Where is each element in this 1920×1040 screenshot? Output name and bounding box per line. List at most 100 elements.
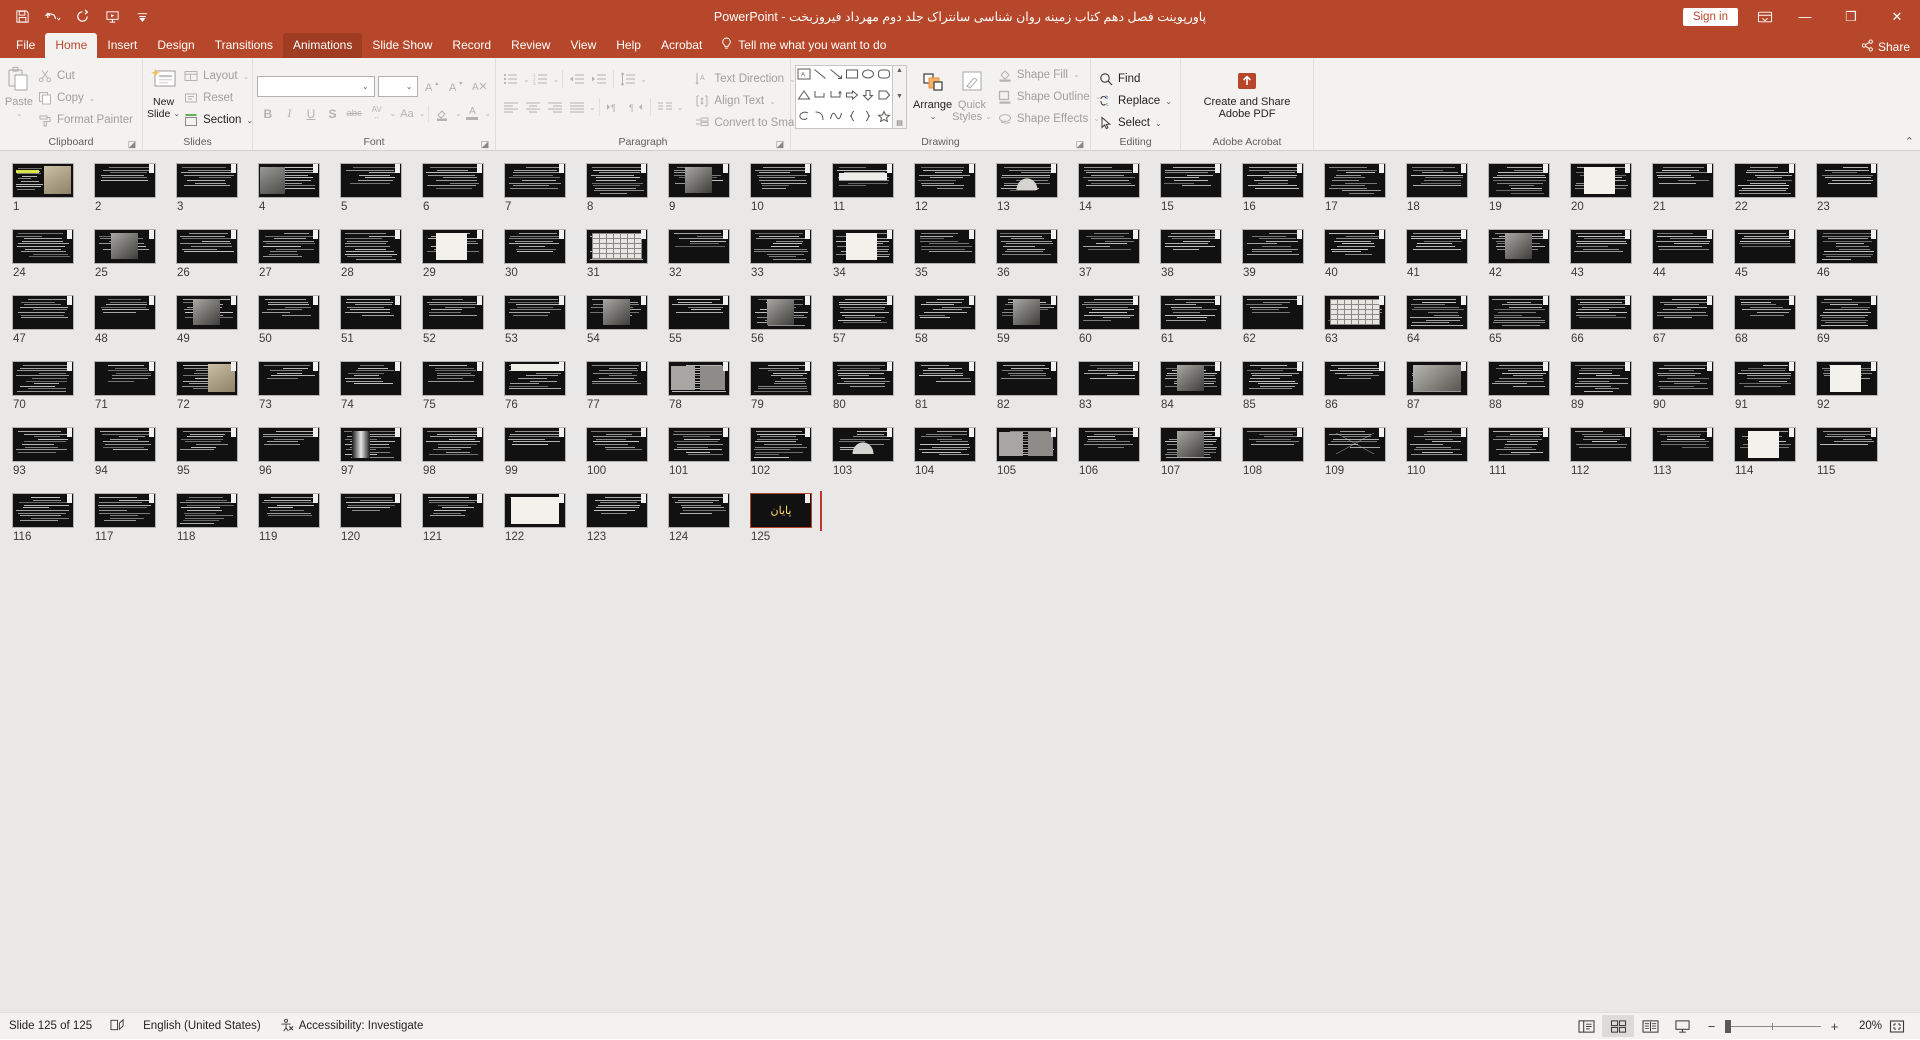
zoom-in-button[interactable]: +: [1829, 1019, 1840, 1034]
slide-thumbnail-cell[interactable]: 78: [668, 361, 750, 411]
slide-thumbnail-90[interactable]: [1652, 361, 1714, 396]
slide-thumbnail-cell[interactable]: 60: [1078, 295, 1160, 345]
slide-thumbnail-105[interactable]: [996, 427, 1058, 462]
slide-thumbnail-cell[interactable]: 105: [996, 427, 1078, 477]
slide-thumbnail-cell[interactable]: 85: [1242, 361, 1324, 411]
slide-thumbnail-cell[interactable]: 97: [340, 427, 422, 477]
slide-thumbnail-cell[interactable]: 121: [422, 493, 504, 543]
slide-thumbnail-44[interactable]: [1652, 229, 1714, 264]
slide-thumbnail-49[interactable]: [176, 295, 238, 330]
shape-down-arrow-icon[interactable]: [861, 88, 875, 106]
collapse-ribbon-icon[interactable]: ⌃: [1905, 135, 1914, 148]
slide-thumbnail-cell[interactable]: 57: [832, 295, 914, 345]
shape-right-brace-icon[interactable]: [861, 109, 875, 127]
slide-thumbnail-cell[interactable]: 108: [1242, 427, 1324, 477]
zoom-track[interactable]: [1725, 1026, 1821, 1027]
slide-thumbnail-14[interactable]: [1078, 163, 1140, 198]
slide-thumbnail-cell[interactable]: 106: [1078, 427, 1160, 477]
slide-thumbnail-85[interactable]: [1242, 361, 1304, 396]
font-color-chevron-down-icon[interactable]: ⌄: [484, 109, 491, 118]
tab-help[interactable]: Help: [606, 33, 651, 58]
slide-thumbnail-115[interactable]: [1816, 427, 1878, 462]
slide-thumbnail-cell[interactable]: 111: [1488, 427, 1570, 477]
slide-thumbnail-cell[interactable]: 77: [586, 361, 668, 411]
slide-thumbnail-47[interactable]: [12, 295, 74, 330]
slide-thumbnail-97[interactable]: [340, 427, 402, 462]
accessibility-status[interactable]: Accessibility: Investigate: [270, 1013, 433, 1040]
slide-thumbnail-cell[interactable]: 38: [1160, 229, 1242, 279]
slide-thumbnail-cell[interactable]: 87: [1406, 361, 1488, 411]
slide-thumbnail-86[interactable]: [1324, 361, 1386, 396]
slide-thumbnail-66[interactable]: [1570, 295, 1632, 330]
tab-insert[interactable]: Insert: [97, 33, 147, 58]
tab-file[interactable]: File: [6, 33, 45, 58]
slide-thumbnail-cell[interactable]: 64: [1406, 295, 1488, 345]
shapes-gallery-scrollbar[interactable]: ▲ ▼ ▤: [893, 65, 907, 129]
columns-chevron-down-icon[interactable]: ⌄: [677, 103, 684, 112]
slide-thumbnail-84[interactable]: [1160, 361, 1222, 396]
slide-thumbnail-93[interactable]: [12, 427, 74, 462]
slide-thumbnail-122[interactable]: [504, 493, 566, 528]
copy-chevron-down-icon[interactable]: ⌄: [89, 94, 96, 103]
shape-pentagon-icon[interactable]: [877, 88, 891, 106]
slide-thumbnail-94[interactable]: [94, 427, 156, 462]
change-case-chevron-down-icon[interactable]: ⌄: [419, 109, 426, 118]
slide-thumbnail-cell[interactable]: 9: [668, 163, 750, 213]
clipboard-dialog-launcher[interactable]: ◪: [127, 139, 137, 149]
slide-thumbnail-75[interactable]: [422, 361, 484, 396]
section-button[interactable]: Section ⌄: [180, 110, 258, 131]
reading-view-button[interactable]: [1634, 1015, 1666, 1037]
shape-star-icon[interactable]: [877, 109, 891, 127]
slide-sorter-view-button[interactable]: [1602, 1015, 1634, 1037]
slide-thumbnail-cell[interactable]: 45: [1734, 229, 1816, 279]
copy-button[interactable]: Copy ⌄: [34, 88, 138, 109]
quick-styles-button[interactable]: Quick Styles ⌄: [952, 64, 992, 123]
slide-thumbnail-36[interactable]: [996, 229, 1058, 264]
slide-thumbnail-cell[interactable]: 103: [832, 427, 914, 477]
slide-thumbnail-67[interactable]: [1652, 295, 1714, 330]
character-spacing-button[interactable]: AV↔: [365, 103, 389, 125]
font-name-chevron-down-icon[interactable]: ⌄: [359, 82, 372, 91]
slide-thumbnail-109[interactable]: [1324, 427, 1386, 462]
slide-thumbnail-60[interactable]: [1078, 295, 1140, 330]
slide-thumbnail-cell[interactable]: 76: [504, 361, 586, 411]
minimize-button[interactable]: —: [1782, 0, 1828, 33]
slide-thumbnail-34[interactable]: [832, 229, 894, 264]
align-center-button[interactable]: [522, 96, 544, 118]
slide-thumbnail-cell[interactable]: 101: [668, 427, 750, 477]
slide-thumbnail-72[interactable]: [176, 361, 238, 396]
cut-button[interactable]: Cut: [34, 66, 138, 87]
slide-thumbnail-cell[interactable]: 13: [996, 163, 1078, 213]
align-left-button[interactable]: [500, 96, 522, 118]
slide-thumbnail-18[interactable]: [1406, 163, 1468, 198]
shape-fill-button[interactable]: Shape Fill ⌄: [994, 64, 1107, 85]
underline-button[interactable]: U: [300, 103, 322, 125]
slide-thumbnail-37[interactable]: [1078, 229, 1140, 264]
slide-thumbnail-cell[interactable]: 90: [1652, 361, 1734, 411]
slide-thumbnail-cell[interactable]: 51: [340, 295, 422, 345]
slide-thumbnail-cell[interactable]: 63: [1324, 295, 1406, 345]
slide-thumbnail-39[interactable]: [1242, 229, 1304, 264]
slide-thumbnail-cell[interactable]: 10: [750, 163, 832, 213]
arrange-button[interactable]: Arrange ⌄: [913, 64, 952, 123]
drawing-dialog-launcher[interactable]: ◪: [1075, 139, 1085, 149]
new-slide-button[interactable]: New Slide ⌄: [147, 61, 180, 135]
slide-thumbnail-46[interactable]: [1816, 229, 1878, 264]
shape-elbow-connector-icon[interactable]: [813, 88, 827, 106]
slide-thumbnail-51[interactable]: [340, 295, 402, 330]
zoom-out-button[interactable]: −: [1706, 1019, 1717, 1034]
slide-thumbnail-23[interactable]: [1816, 163, 1878, 198]
slide-thumbnail-cell[interactable]: 70: [12, 361, 94, 411]
slide-thumbnail-cell[interactable]: 41: [1406, 229, 1488, 279]
slide-thumbnail-99[interactable]: [504, 427, 566, 462]
highlight-chevron-down-icon[interactable]: ⌄: [455, 109, 462, 118]
slide-thumbnail-71[interactable]: [94, 361, 156, 396]
slide-thumbnail-61[interactable]: [1160, 295, 1222, 330]
slide-thumbnail-cell[interactable]: پایان125: [750, 493, 832, 543]
numbering-button[interactable]: 123: [530, 68, 552, 90]
slide-thumbnail-33[interactable]: [750, 229, 812, 264]
numbering-chevron-down-icon[interactable]: ⌄: [553, 75, 560, 84]
slide-thumbnail-31[interactable]: [586, 229, 648, 264]
shape-left-brace-icon[interactable]: [845, 109, 859, 127]
tab-review[interactable]: Review: [501, 33, 560, 58]
